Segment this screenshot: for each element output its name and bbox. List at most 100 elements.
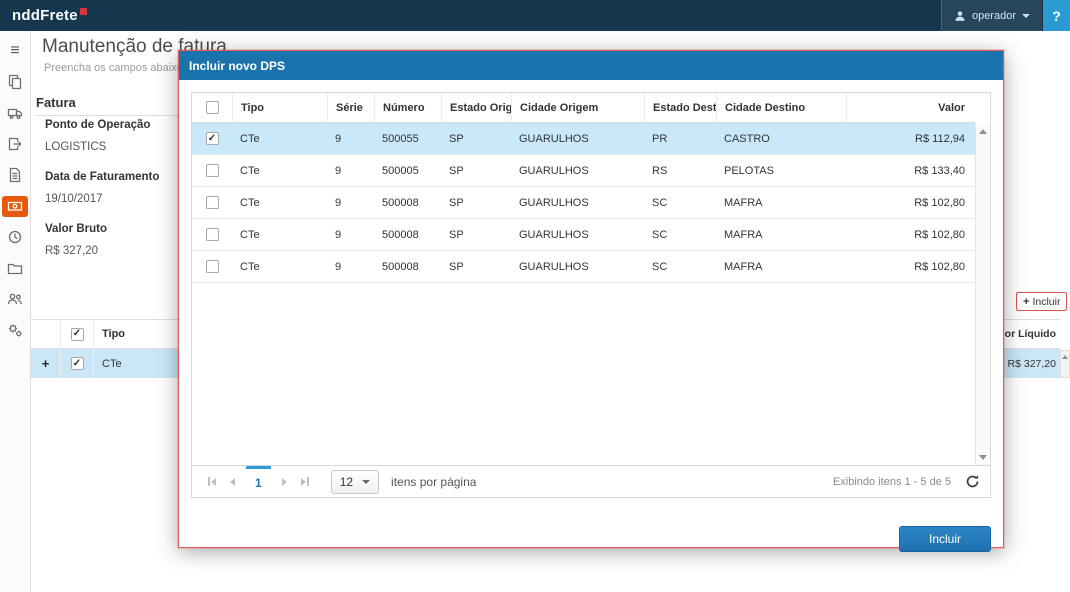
cell: PELOTAS bbox=[716, 155, 846, 186]
folder-icon[interactable] bbox=[0, 254, 31, 282]
cell: RS bbox=[644, 155, 716, 186]
cell: R$ 102,80 bbox=[846, 219, 975, 250]
dps-row[interactable]: CTe9500008SPGUARULHOSSCMAFRAR$ 102,80 bbox=[192, 219, 975, 251]
row-checkbox-cell bbox=[192, 251, 232, 282]
column-header-5[interactable]: Estado Dest... bbox=[644, 93, 716, 122]
users-icon[interactable] bbox=[0, 285, 31, 313]
column-header-0[interactable]: Tipo bbox=[232, 93, 327, 122]
select-all-cell bbox=[192, 93, 232, 122]
row-checkbox-cell bbox=[192, 187, 232, 218]
sidebar: ≡ bbox=[0, 31, 31, 592]
prev-page-button[interactable] bbox=[222, 472, 242, 492]
scroll-up-icon bbox=[1062, 355, 1068, 359]
row-checkbox[interactable] bbox=[206, 196, 219, 209]
select-all-cell bbox=[61, 320, 94, 348]
divider bbox=[36, 115, 178, 116]
cell-valor-liquido: R$ 327,20 bbox=[1003, 349, 1060, 378]
history-icon[interactable] bbox=[0, 223, 31, 251]
cell: 9 bbox=[327, 155, 374, 186]
export-icon[interactable] bbox=[0, 130, 31, 158]
cell: GUARULHOS bbox=[511, 187, 644, 218]
refresh-icon[interactable] bbox=[965, 474, 980, 489]
cell: GUARULHOS bbox=[511, 155, 644, 186]
plus-icon: + bbox=[1023, 296, 1029, 308]
expand-row-icon[interactable]: + bbox=[42, 356, 50, 371]
row-checkbox-cell bbox=[61, 349, 94, 378]
menu-icon[interactable]: ≡ bbox=[0, 37, 31, 65]
scroll-down-icon[interactable] bbox=[979, 455, 987, 460]
grid-row[interactable]: + CTe bbox=[31, 349, 178, 378]
copy-pages-icon[interactable] bbox=[0, 68, 31, 96]
next-page-button[interactable] bbox=[275, 472, 295, 492]
modal-header[interactable]: Incluir novo DPS bbox=[179, 51, 1003, 80]
cell: MAFRA bbox=[716, 251, 846, 282]
help-button[interactable]: ? bbox=[1043, 0, 1070, 31]
row-checkbox[interactable] bbox=[206, 132, 219, 145]
row-checkbox[interactable] bbox=[206, 164, 219, 177]
fatura-fields: Ponto de Operação LOGISTICS Data de Fatu… bbox=[45, 119, 159, 275]
last-page-button[interactable] bbox=[295, 472, 315, 492]
dps-row[interactable]: CTe9500005SPGUARULHOSRSPELOTASR$ 133,40 bbox=[192, 155, 975, 187]
column-header-6[interactable]: Cidade Destino bbox=[716, 93, 846, 122]
vertical-scrollbar[interactable] bbox=[975, 124, 990, 465]
column-header-4[interactable]: Cidade Origem bbox=[511, 93, 644, 122]
cell: SP bbox=[441, 251, 511, 282]
cell-tipo: CTe bbox=[94, 358, 178, 370]
app-root: nddFrete operador ? ≡ bbox=[0, 0, 1070, 592]
dps-row[interactable]: CTe9500055SPGUARULHOSPRCASTROR$ 112,94 bbox=[192, 123, 975, 155]
dps-row[interactable]: CTe9500008SPGUARULHOSSCMAFRAR$ 102,80 bbox=[192, 187, 975, 219]
column-header-7[interactable]: Valor bbox=[846, 93, 975, 122]
cell: CTe bbox=[232, 123, 327, 154]
cell: 9 bbox=[327, 123, 374, 154]
select-all-checkbox[interactable] bbox=[206, 101, 219, 114]
cell: 500008 bbox=[374, 187, 441, 218]
pagination-bar: 1 12 itens por página Exibindo itens 1 -… bbox=[192, 465, 990, 497]
scroll-up-icon[interactable] bbox=[979, 129, 987, 134]
column-header-3[interactable]: Estado Orig... bbox=[441, 93, 511, 122]
cell: SP bbox=[441, 155, 511, 186]
document-icon[interactable] bbox=[0, 161, 31, 189]
cell: SC bbox=[644, 219, 716, 250]
column-header-valor-liquido[interactable]: lor Líquido bbox=[1003, 319, 1060, 349]
row-checkbox[interactable] bbox=[206, 260, 219, 273]
column-header-1[interactable]: Série bbox=[327, 93, 374, 122]
dps-row[interactable]: CTe9500008SPGUARULHOSSCMAFRAR$ 102,80 bbox=[192, 251, 975, 283]
cell: MAFRA bbox=[716, 219, 846, 250]
user-icon bbox=[954, 10, 966, 22]
per-page-label: itens por página bbox=[391, 475, 476, 489]
cell: GUARULHOS bbox=[511, 123, 644, 154]
row-checkbox[interactable] bbox=[71, 357, 84, 370]
field-value-ponto-operacao: LOGISTICS bbox=[45, 141, 159, 153]
cell: 9 bbox=[327, 251, 374, 282]
cell: CTe bbox=[232, 155, 327, 186]
field-value-data-faturamento: 19/10/2017 bbox=[45, 193, 159, 205]
column-header-2[interactable]: Número bbox=[374, 93, 441, 122]
cell: SP bbox=[441, 123, 511, 154]
cell: GUARULHOS bbox=[511, 251, 644, 282]
pager-status: Exibindo itens 1 - 5 de 5 bbox=[833, 476, 951, 488]
modal-table-header-row: TipoSérieNúmeroEstado Orig...Cidade Orig… bbox=[192, 93, 975, 123]
first-page-button[interactable] bbox=[202, 472, 222, 492]
truck-icon[interactable] bbox=[0, 99, 31, 127]
row-checkbox[interactable] bbox=[206, 228, 219, 241]
cell: SP bbox=[441, 187, 511, 218]
column-header-tipo[interactable]: Tipo bbox=[94, 328, 178, 340]
brand-logo: nddFrete bbox=[12, 7, 87, 24]
background-grid-scrollbar[interactable] bbox=[1060, 350, 1070, 378]
page-subtitle: Preencha os campos abaixo da fa bbox=[44, 62, 180, 74]
topbar: nddFrete operador ? bbox=[0, 0, 1070, 31]
user-menu[interactable]: operador bbox=[941, 0, 1043, 31]
page-size-select[interactable]: 12 bbox=[331, 470, 379, 494]
current-page[interactable]: 1 bbox=[246, 466, 271, 497]
user-name: operador bbox=[972, 10, 1016, 22]
settings-gears-icon[interactable] bbox=[0, 316, 31, 344]
cell: SC bbox=[644, 251, 716, 282]
incluir-submit-button[interactable]: Incluir bbox=[899, 526, 991, 552]
cell: 500055 bbox=[374, 123, 441, 154]
money-icon[interactable] bbox=[0, 192, 31, 220]
incluir-dps-button[interactable]: + Incluir bbox=[1016, 292, 1067, 311]
modal-table-body: CTe9500055SPGUARULHOSPRCASTROR$ 112,94CT… bbox=[192, 123, 975, 283]
select-all-checkbox[interactable] bbox=[71, 328, 84, 341]
cell: CTe bbox=[232, 219, 327, 250]
background-grid-fragment-left: Tipo + CTe bbox=[31, 319, 178, 378]
